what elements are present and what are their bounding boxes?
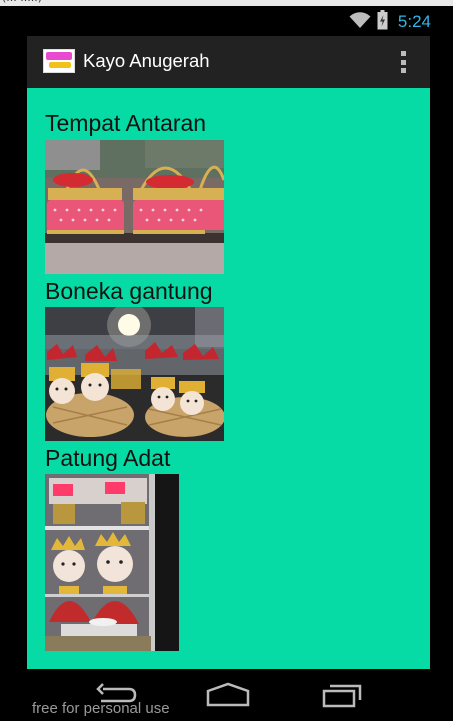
traditional-figurines-photo[interactable] [45,474,179,651]
app-window: Kayo Anugerah Tempat Antaran Boneka gant… [27,36,430,669]
overflow-menu-icon[interactable] [398,50,408,74]
action-bar: Kayo Anugerah [27,36,430,88]
home-icon[interactable] [205,681,251,709]
app-title: Kayo Anugerah [83,50,210,71]
status-time: 5:24 [397,12,431,31]
hanging-dolls-photo[interactable] [45,307,224,441]
gift-baskets-photo[interactable] [45,140,224,274]
status-bar: 5:24 [0,6,453,36]
item-label-tempat-antaran: Tempat Antaran [45,110,207,136]
battery-icon [377,10,388,34]
recent-apps-icon[interactable] [320,681,366,709]
wifi-icon [349,11,371,33]
item-label-patung-adat: Patung Adat [45,445,171,471]
emulator-title-text: (... .....) [2,0,42,4]
item-label-boneka-gantung: Boneka gantung [45,278,213,304]
app-logo-icon[interactable] [43,49,75,73]
watermark-text: free for personal use [32,700,170,717]
content-area: Tempat Antaran Boneka gantung Patung Ada… [27,88,430,669]
status-icons: 5:24 [349,10,431,34]
